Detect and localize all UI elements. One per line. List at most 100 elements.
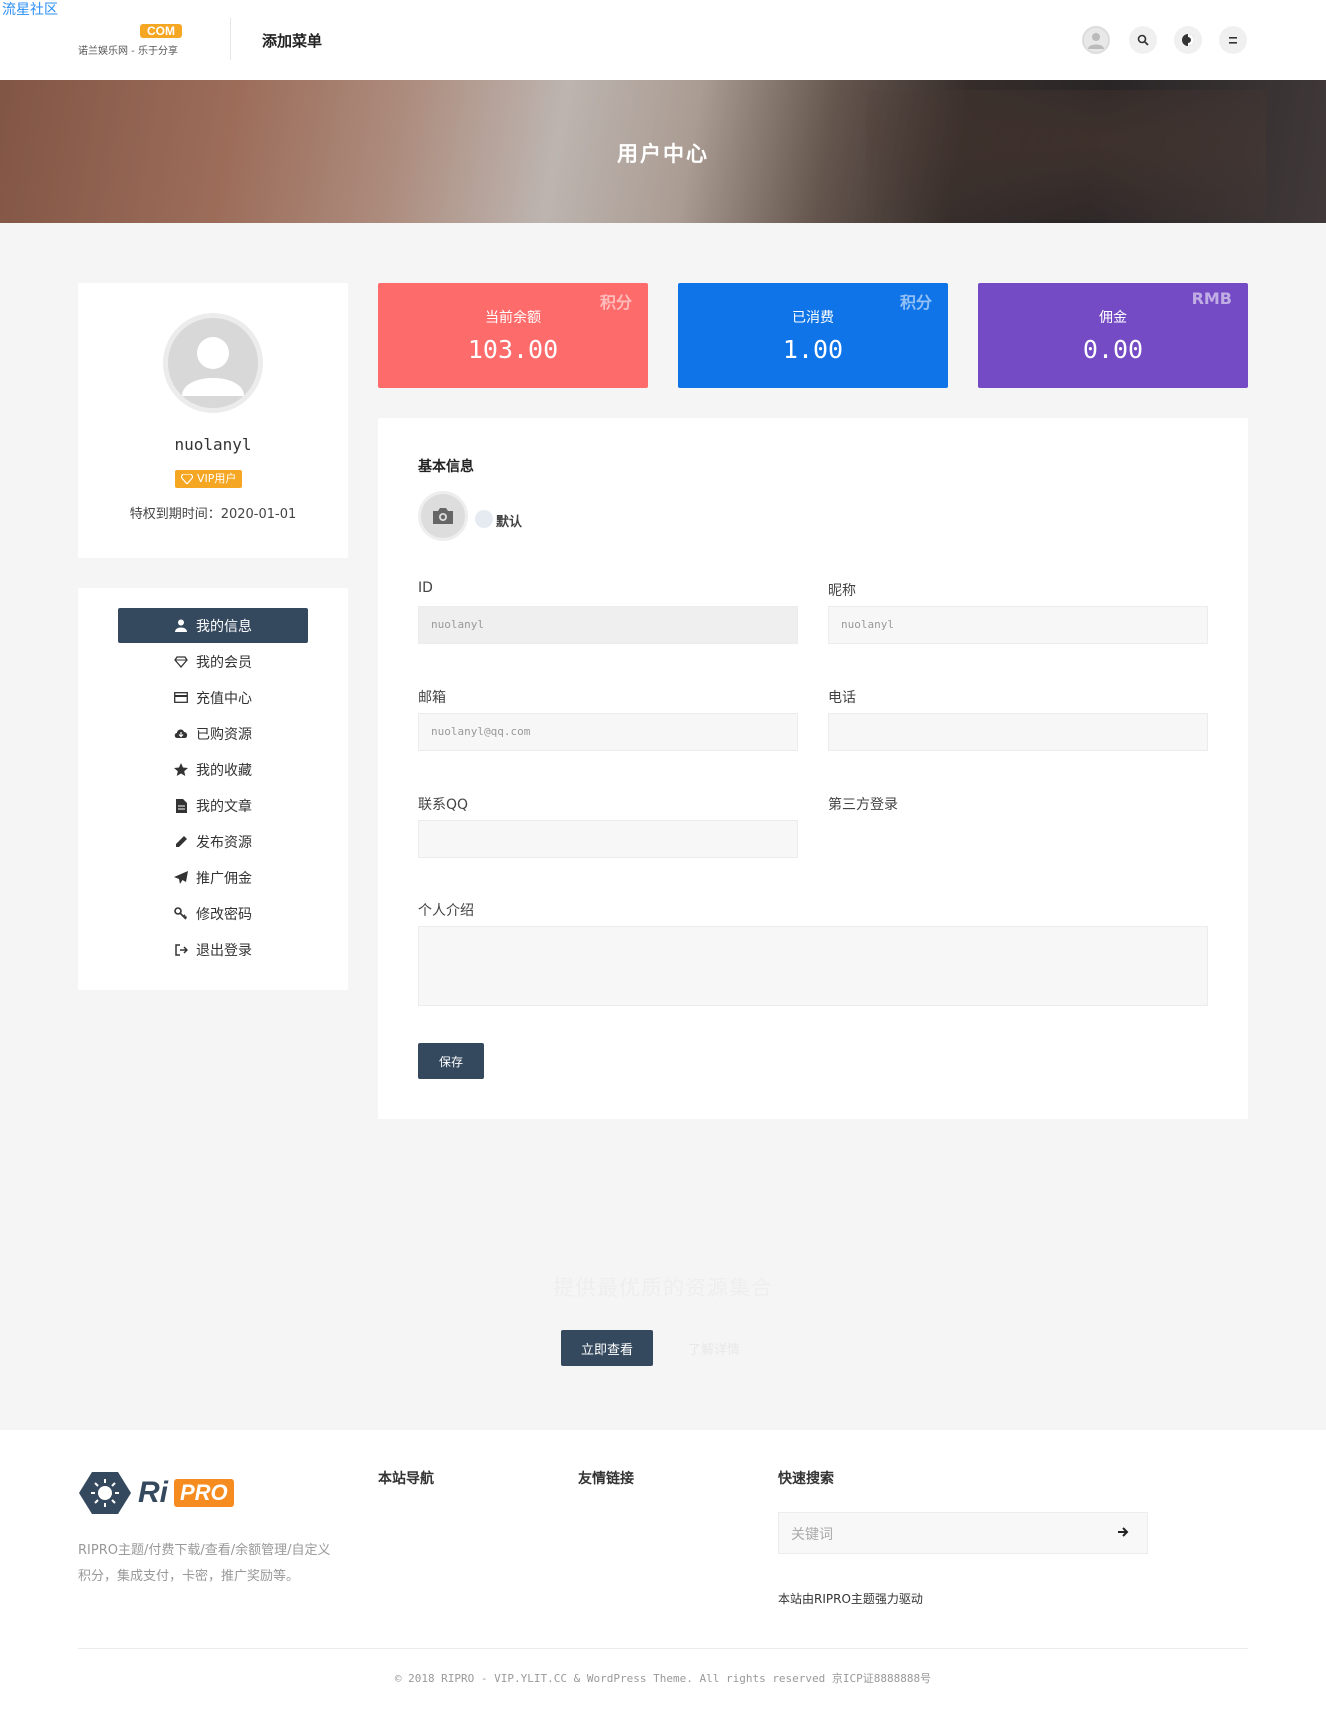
paper-plane-icon [174, 871, 188, 885]
footer-divider [78, 1648, 1248, 1649]
menu-item-label: 充值中心 [196, 690, 252, 707]
site-footer: Ri PRO RIPRO主题/付费下载/查看/余额管理/自定义积分，集成支付，卡… [0, 1430, 1326, 1709]
stat-label: 已消费 [792, 310, 834, 326]
menu-item-commission[interactable]: 推广佣金 [118, 860, 308, 895]
user-icon [182, 337, 244, 396]
avatar-default-label: 默认 [496, 515, 523, 530]
footer-description: RIPRO主题/付费下载/查看/余额管理/自定义积分，集成支付，卡密，推广奖励等… [78, 1543, 331, 1584]
menu-item-my-info[interactable]: 我的信息 [118, 608, 308, 643]
email-field[interactable]: nuolanyl@qq.com [418, 713, 798, 751]
stat-value: 103.00 [467, 335, 559, 364]
section-title: 基本信息 [418, 459, 474, 475]
logo-com-badge: COM [140, 24, 182, 38]
search-placeholder: 关键词 [791, 1527, 833, 1543]
cloud-download-icon [174, 727, 188, 741]
key-icon [174, 907, 188, 921]
watermark-text: 流星社区 [2, 2, 58, 18]
cta-learn-more-button[interactable]: 了解详情 [668, 1330, 760, 1366]
footer-search-input[interactable]: 关键词 [778, 1512, 1148, 1554]
cta-title: 提供最优质的资源集合 [553, 1276, 773, 1300]
vip-badge: VIP用户 [175, 470, 243, 488]
id-label: ID [418, 580, 433, 596]
id-field: nuolanyl [418, 606, 798, 644]
site-header: 流星社区 COM 诺兰娱乐网 - 乐于分享 添加菜单 [0, 0, 1326, 80]
phone-field[interactable] [828, 713, 1208, 751]
footer-logo[interactable]: Ri PRO [78, 1470, 248, 1516]
third-party-login-label: 第三方登录 [828, 797, 898, 813]
search-button[interactable] [1129, 26, 1157, 54]
footer-logo-ri: Ri [138, 1476, 168, 1509]
profile-card: nuolanyl VIP用户 特权到期时间：2020-01-01 [78, 283, 348, 558]
stat-card-balance: 积分 当前余额 103.00 [378, 283, 648, 388]
menu-item-favorites[interactable]: 我的收藏 [118, 752, 308, 787]
menu-item-recharge[interactable]: 充值中心 [118, 680, 308, 715]
user-icon [174, 619, 188, 633]
menu-item-change-password[interactable]: 修改密码 [118, 896, 308, 931]
footer-logo-pro: PRO [174, 1479, 234, 1507]
phone-label: 电话 [828, 690, 856, 706]
menu-item-label: 我的信息 [196, 618, 252, 635]
stat-unit: RMB [1191, 289, 1232, 308]
menu-item-label: 推广佣金 [196, 870, 252, 887]
menu-item-logout[interactable]: 退出登录 [118, 932, 308, 967]
user-avatar-button[interactable] [1082, 26, 1110, 54]
menu-item-label: 我的文章 [196, 798, 252, 815]
camera-icon [433, 508, 453, 524]
header-divider [230, 18, 231, 60]
user-icon [1088, 33, 1104, 49]
ripro-logo-icon [79, 1472, 131, 1514]
avatar-default-radio[interactable] [475, 510, 493, 528]
user-side-menu: 我的信息 我的会员 充值中心 已购资源 我的收藏 我的文章 发布资源 推广佣金 … [78, 588, 348, 990]
brightness-icon [1182, 34, 1194, 46]
credit-card-icon [174, 691, 188, 705]
stat-label: 当前余额 [485, 310, 541, 326]
arrow-right-icon[interactable] [1117, 1526, 1129, 1538]
stat-value: 1.00 [782, 335, 844, 364]
diamond-icon [181, 474, 193, 484]
nav-add-menu-link[interactable]: 添加菜单 [262, 30, 322, 51]
cta-view-now-button[interactable]: 立即查看 [561, 1330, 653, 1366]
menu-item-my-membership[interactable]: 我的会员 [118, 644, 308, 679]
profile-avatar [163, 313, 263, 413]
hamburger-icon [1229, 37, 1237, 44]
star-icon [174, 763, 188, 777]
stat-card-commission: RMB 佣金 0.00 [978, 283, 1248, 388]
vip-badge-label: VIP用户 [197, 472, 237, 485]
theme-toggle-button[interactable] [1174, 26, 1202, 54]
intro-label: 个人介绍 [418, 903, 474, 919]
qq-field[interactable] [418, 820, 798, 858]
powered-by-text: 本站由RIPRO主题强力驱动 [778, 1592, 923, 1606]
pencil-icon [174, 835, 188, 849]
menu-item-publish[interactable]: 发布资源 [118, 824, 308, 859]
menu-item-my-articles[interactable]: 我的文章 [118, 788, 308, 823]
stat-value: 0.00 [1082, 335, 1144, 364]
sign-out-icon [174, 943, 188, 957]
profile-username: nuolanyl [174, 435, 252, 454]
footer-search-heading: 快速搜索 [778, 1471, 834, 1487]
page-banner: 用户中心 [0, 80, 1326, 223]
site-logo[interactable]: COM 诺兰娱乐网 - 乐于分享 [78, 24, 188, 60]
avatar-upload-button[interactable] [418, 491, 468, 541]
logo-subtitle: 诺兰娱乐网 - 乐于分享 [78, 46, 178, 57]
nickname-label: 昵称 [828, 583, 856, 599]
document-icon [174, 798, 188, 813]
page-title: 用户中心 [617, 142, 709, 166]
menu-item-label: 我的收藏 [196, 762, 252, 779]
basic-info-form: 基本信息 默认 ID nuolanyl 昵称 nuolanyl 邮箱 nuola… [378, 418, 1248, 1119]
menu-item-purchased[interactable]: 已购资源 [118, 716, 308, 751]
diamond-icon [174, 655, 188, 669]
nickname-field[interactable]: nuolanyl [828, 606, 1208, 644]
menu-item-label: 修改密码 [196, 906, 252, 923]
menu-item-label: 发布资源 [196, 834, 252, 851]
search-icon [1137, 34, 1149, 46]
footer-nav-heading: 本站导航 [378, 1471, 434, 1487]
intro-textarea[interactable] [418, 926, 1208, 1006]
save-button[interactable]: 保存 [418, 1043, 484, 1079]
copyright-text: © 2018 RIPRO - VIP.YLIT.CC & WordPress T… [394, 1672, 932, 1685]
menu-item-label: 我的会员 [196, 654, 252, 671]
email-label: 邮箱 [418, 690, 446, 706]
menu-toggle-button[interactable] [1219, 26, 1247, 54]
vip-expire-text: 特权到期时间：2020-01-01 [129, 507, 297, 522]
menu-item-label: 已购资源 [196, 726, 252, 743]
menu-item-label: 退出登录 [196, 942, 252, 959]
